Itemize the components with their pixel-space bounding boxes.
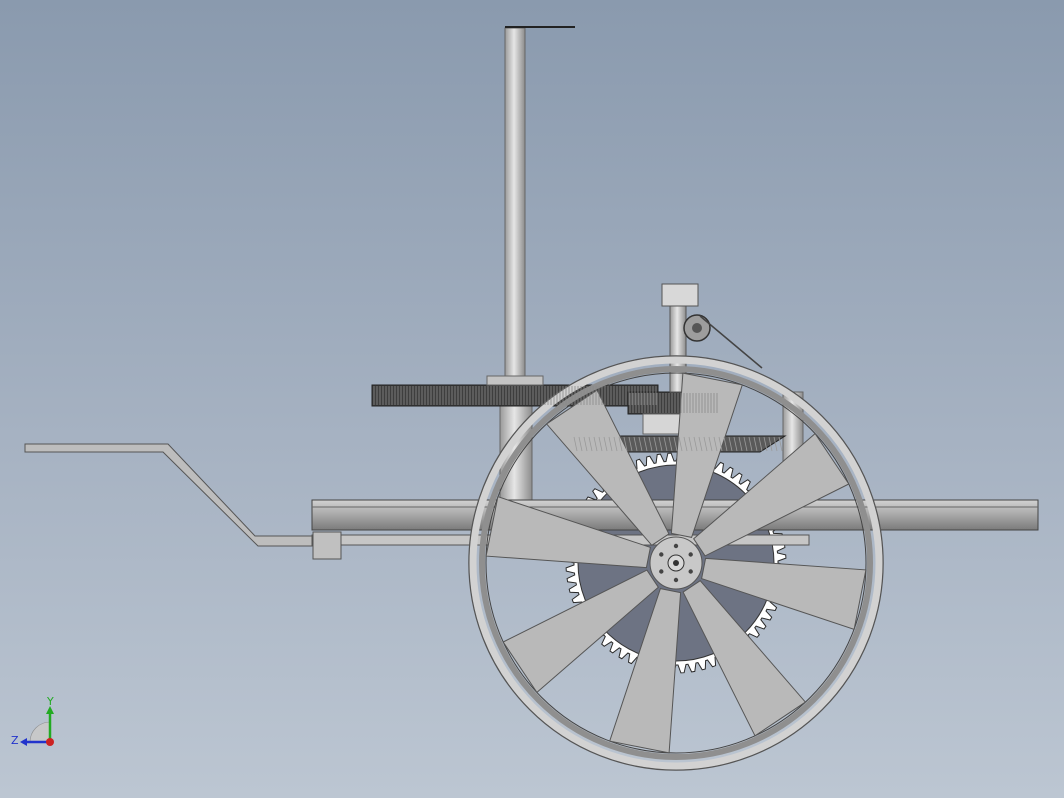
assembly-model[interactable]	[0, 0, 1064, 798]
handle-rod[interactable]	[24, 443, 313, 547]
frame-block[interactable]	[312, 531, 342, 560]
triad-graphic	[20, 706, 54, 746]
z-axis-label: Z	[11, 734, 19, 747]
coordinate-triad: Y Z	[8, 695, 78, 758]
y-axis-label: Y	[47, 695, 54, 708]
cad-viewport[interactable]: Y Z	[0, 0, 1064, 798]
